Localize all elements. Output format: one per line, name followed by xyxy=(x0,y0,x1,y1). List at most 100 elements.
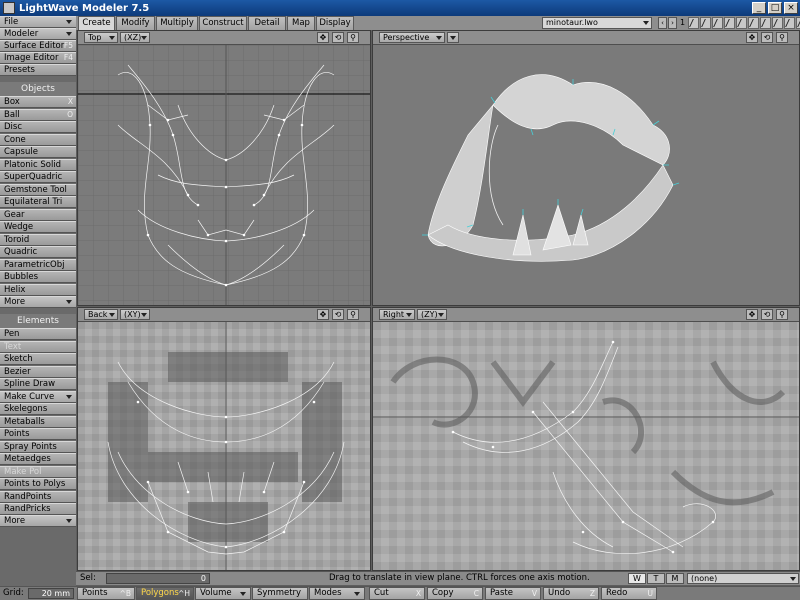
tab-display[interactable]: Display xyxy=(316,16,354,30)
tool-metaballs-button[interactable]: Metaballs xyxy=(0,415,76,428)
layer-slot-7[interactable] xyxy=(760,17,771,29)
w-button[interactable]: W xyxy=(628,573,646,584)
tool-wedge-button[interactable]: Wedge xyxy=(0,221,76,233)
layer-next-button[interactable]: › xyxy=(668,17,677,29)
tool-bubbles-button[interactable]: Bubbles xyxy=(0,271,76,283)
tool-capsule-button[interactable]: Capsule xyxy=(0,146,76,158)
file-menu[interactable]: File xyxy=(0,16,76,28)
copy-button[interactable]: Copy C xyxy=(427,587,483,600)
move-icon[interactable]: ✥ xyxy=(317,309,329,320)
zoom-icon[interactable]: ⚲ xyxy=(347,309,359,320)
zoom-icon[interactable]: ⚲ xyxy=(347,32,359,43)
viewport-perspective-mode[interactable] xyxy=(447,32,459,43)
tool-parametricobj-button[interactable]: ParametricObj xyxy=(0,258,76,271)
image-editor-button[interactable]: Image Editor F4 xyxy=(0,52,76,64)
tool-helix-button[interactable]: Helix xyxy=(0,283,76,296)
tool-platonic-solid-button[interactable]: Platonic Solid xyxy=(0,158,76,171)
redo-button[interactable]: Redo U xyxy=(601,587,657,600)
viewport-top-axis[interactable]: (XZ) xyxy=(120,32,150,43)
rotate-icon[interactable]: ⟲ xyxy=(332,309,344,320)
tab-modify[interactable]: Modify xyxy=(116,16,155,30)
tool-gemstone-tool-button[interactable]: Gemstone Tool xyxy=(0,183,76,196)
m-button[interactable]: M xyxy=(666,573,684,584)
tool-sketch-button[interactable]: Sketch xyxy=(0,353,76,365)
viewport-perspective-type[interactable]: Perspective xyxy=(379,32,445,43)
tool-ball-button[interactable]: Ball O xyxy=(0,108,76,121)
tool-spline-draw-button[interactable]: Spline Draw xyxy=(0,378,76,390)
viewport-top-type[interactable]: Top xyxy=(84,32,118,43)
tool-toroid-button[interactable]: Toroid xyxy=(0,233,76,246)
layer-slot-3[interactable] xyxy=(712,17,723,29)
symmetry-button[interactable]: Symmetry xyxy=(252,587,308,600)
close-button[interactable]: × xyxy=(784,2,798,14)
tab-construct[interactable]: Construct xyxy=(199,16,247,30)
tool-quadric-button[interactable]: Quadric xyxy=(0,246,76,258)
surface-selector[interactable]: (none) xyxy=(687,573,799,584)
tool-superquadric-button[interactable]: SuperQuadric xyxy=(0,171,76,183)
polygons-mode-button[interactable]: Polygons ^H xyxy=(136,587,194,600)
tool-points-button[interactable]: Points xyxy=(0,428,76,440)
move-icon[interactable]: ✥ xyxy=(746,309,758,320)
tab-map[interactable]: Map xyxy=(287,16,315,30)
viewport-back-canvas xyxy=(78,322,370,570)
tool-make-pol-button[interactable]: Make Pol xyxy=(0,465,76,478)
tool-pen-button[interactable]: Pen xyxy=(0,328,76,340)
cut-button[interactable]: Cut X xyxy=(369,587,425,600)
layer-slot-8[interactable] xyxy=(772,17,783,29)
presets-button[interactable]: Presets xyxy=(0,64,76,76)
move-icon[interactable]: ✥ xyxy=(746,32,758,43)
tool-randpoints-button[interactable]: RandPoints xyxy=(0,490,76,503)
tool-equilateral-tri-button[interactable]: Equilateral Tri xyxy=(0,196,76,208)
viewport-back-axis[interactable]: (XY) xyxy=(120,309,150,320)
tab-create[interactable]: Create xyxy=(78,16,115,30)
tool-text-button[interactable]: Text xyxy=(0,340,76,353)
rotate-icon[interactable]: ⟲ xyxy=(761,309,773,320)
more-elements-button[interactable]: More xyxy=(0,515,76,527)
modeler-menu[interactable]: Modeler xyxy=(0,28,76,40)
tool-randpricks-button[interactable]: RandPricks xyxy=(0,503,76,515)
viewport-back[interactable]: Back (XY) ✥ ⟲ ⚲ xyxy=(77,307,371,571)
zoom-icon[interactable]: ⚲ xyxy=(776,32,788,43)
zoom-icon[interactable]: ⚲ xyxy=(776,309,788,320)
layer-slot-5[interactable] xyxy=(736,17,747,29)
surface-editor-button[interactable]: Surface Editor F5 xyxy=(0,40,76,52)
tool-disc-button[interactable]: Disc xyxy=(0,121,76,133)
viewport-right-axis[interactable]: (ZY) xyxy=(417,309,447,320)
points-mode-button[interactable]: Points ^B xyxy=(77,587,135,600)
layer-prev-button[interactable]: ‹ xyxy=(658,17,667,29)
minimize-button[interactable]: _ xyxy=(752,2,766,14)
rotate-icon[interactable]: ⟲ xyxy=(332,32,344,43)
object-selector[interactable]: minotaur.lwo xyxy=(542,17,652,29)
tool-points-to-polys-button[interactable]: Points to Polys xyxy=(0,478,76,490)
layer-slot-6[interactable] xyxy=(748,17,759,29)
viewport-back-type[interactable]: Back xyxy=(84,309,118,320)
viewport-top[interactable]: Top (XZ) ✥ ⟲ ⚲ xyxy=(77,30,371,306)
tool-make-curve-button[interactable]: Make Curve xyxy=(0,390,76,403)
layer-slot-10[interactable] xyxy=(796,17,800,29)
layer-slot-2[interactable] xyxy=(700,17,711,29)
tool-skelegons-button[interactable]: Skelegons xyxy=(0,403,76,415)
tool-cone-button[interactable]: Cone xyxy=(0,133,76,146)
layer-slot-1[interactable] xyxy=(688,17,699,29)
layer-slot-4[interactable] xyxy=(724,17,735,29)
t-button[interactable]: T xyxy=(647,573,665,584)
tool-box-button[interactable]: Box X xyxy=(0,96,76,108)
tab-detail[interactable]: Detail xyxy=(248,16,286,30)
viewport-perspective[interactable]: Perspective ✥ ⟲ ⚲ xyxy=(372,30,800,306)
tool-spray-points-button[interactable]: Spray Points xyxy=(0,440,76,453)
viewport-right[interactable]: Right (ZY) ✥ ⟲ ⚲ xyxy=(372,307,800,571)
tab-multiply[interactable]: Multiply xyxy=(156,16,198,30)
volume-mode-button[interactable]: Volume xyxy=(195,587,251,600)
undo-button[interactable]: Undo Z xyxy=(543,587,599,600)
tool-metaedges-button[interactable]: Metaedges xyxy=(0,453,76,465)
move-icon[interactable]: ✥ xyxy=(317,32,329,43)
rotate-icon[interactable]: ⟲ xyxy=(761,32,773,43)
maximize-button[interactable]: □ xyxy=(768,2,782,14)
tool-gear-button[interactable]: Gear xyxy=(0,208,76,221)
viewport-right-type[interactable]: Right xyxy=(379,309,415,320)
layer-slot-9[interactable] xyxy=(784,17,795,29)
modes-menu[interactable]: Modes xyxy=(309,587,365,600)
tool-bezier-button[interactable]: Bezier xyxy=(0,365,76,378)
more-objects-button[interactable]: More xyxy=(0,296,76,308)
paste-button[interactable]: Paste V xyxy=(485,587,541,600)
